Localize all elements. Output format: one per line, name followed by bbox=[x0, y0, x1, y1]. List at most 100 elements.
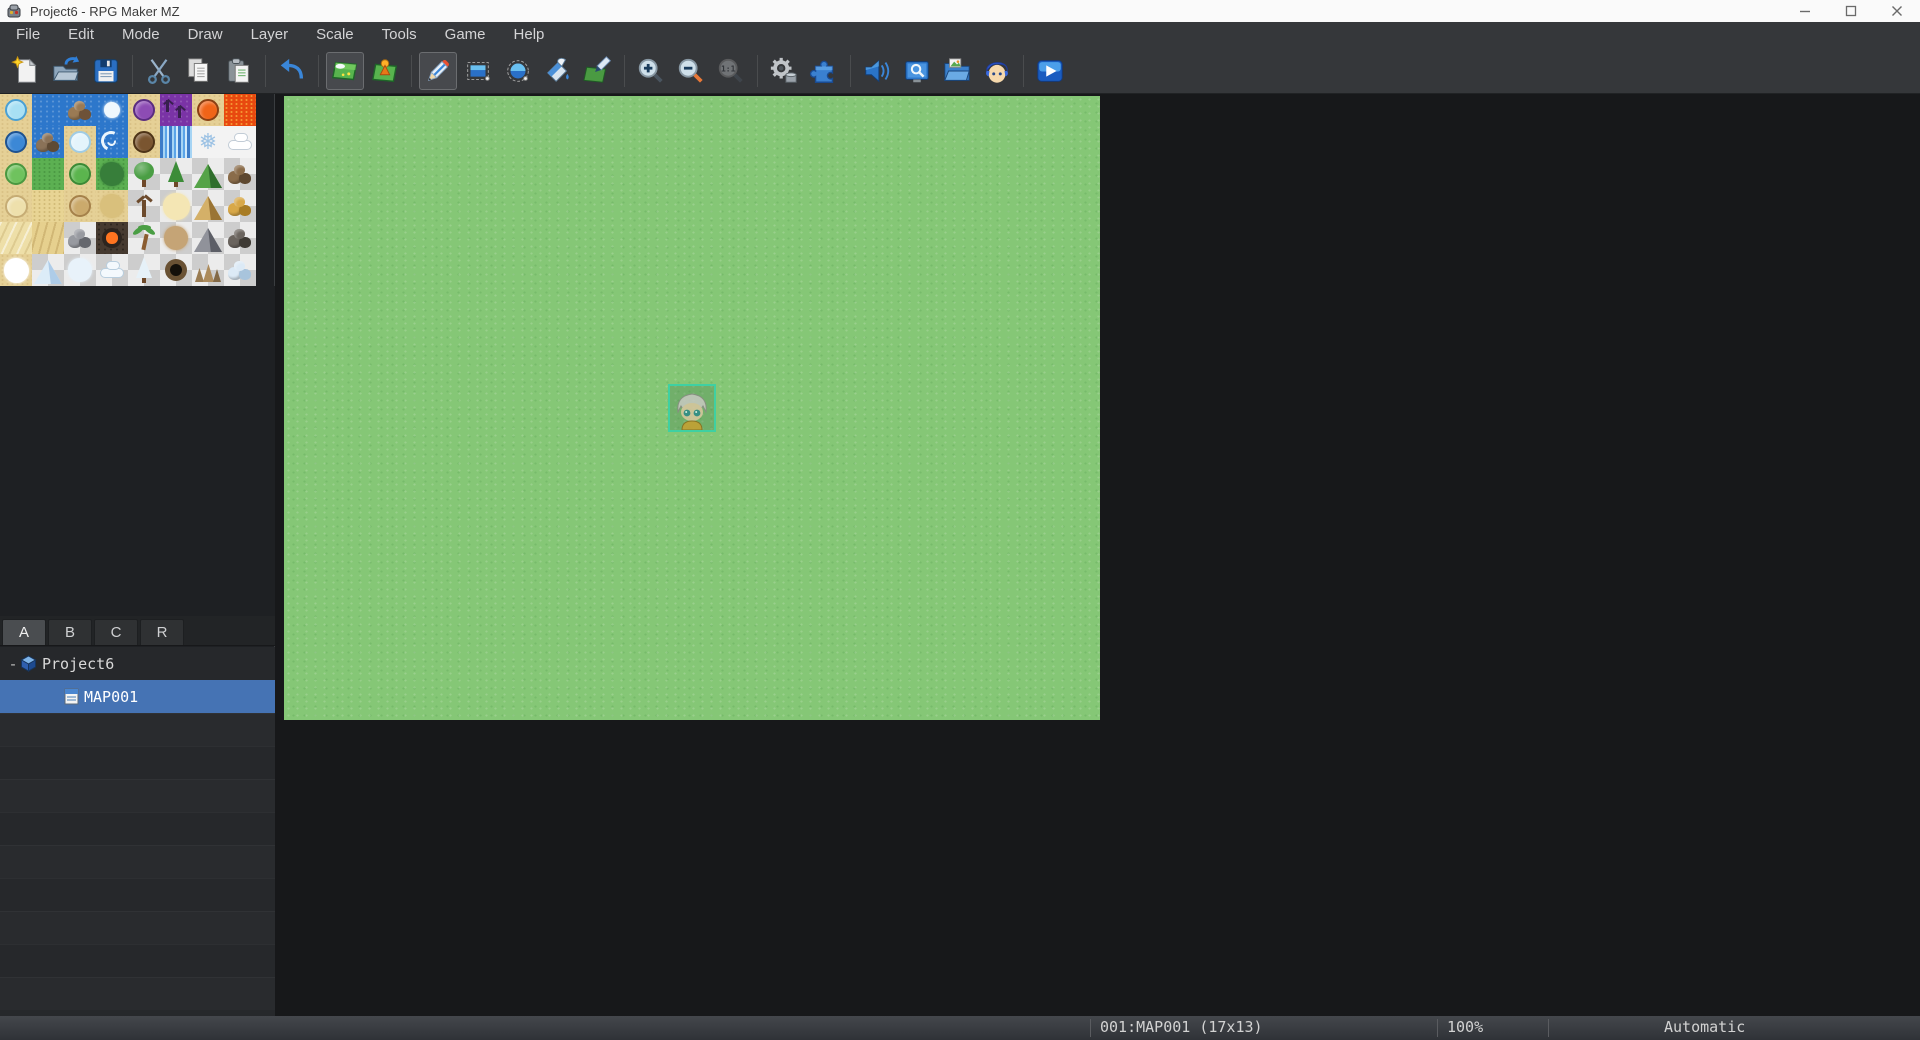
zoom-out-button[interactable] bbox=[672, 52, 710, 90]
title-bar: Project6 - RPG Maker MZ bbox=[0, 0, 1920, 22]
palette-tile-snow-pine[interactable] bbox=[128, 254, 160, 286]
palette-tile-iron-ore[interactable] bbox=[224, 222, 256, 254]
palette-tile-wasteland-pit[interactable] bbox=[0, 190, 32, 222]
event-mode-button[interactable] bbox=[366, 52, 404, 90]
tileset-palette[interactable]: ❅ bbox=[0, 94, 256, 286]
character-generator-button[interactable] bbox=[978, 52, 1016, 90]
playtest-button[interactable] bbox=[1031, 52, 1069, 90]
palette-tile-sea-ice-floe[interactable] bbox=[96, 94, 128, 126]
tree-item-project[interactable]: -Project6 bbox=[0, 647, 275, 680]
palette-tile-waterfall[interactable] bbox=[160, 126, 192, 158]
palette-tile-grass-pond[interactable] bbox=[0, 158, 32, 190]
palette-tile-ice-pond[interactable] bbox=[64, 126, 96, 158]
palette-tile-rocky-mountain[interactable] bbox=[192, 222, 224, 254]
menu-item-tools[interactable]: Tools bbox=[368, 22, 431, 48]
zoom-in-button[interactable] bbox=[632, 52, 670, 90]
database-button[interactable] bbox=[765, 52, 803, 90]
map-tree: -Project6MAP001 bbox=[0, 647, 275, 1016]
palette-tile-ice-mountain[interactable] bbox=[32, 254, 64, 286]
flood-fill-tool-button[interactable] bbox=[539, 52, 577, 90]
new-project-icon bbox=[11, 56, 41, 86]
shadow-pen-tool-button[interactable] bbox=[579, 52, 617, 90]
menu-item-draw[interactable]: Draw bbox=[174, 22, 237, 48]
paste-button[interactable] bbox=[220, 52, 258, 90]
palette-tile-sea-rock[interactable] bbox=[64, 94, 96, 126]
menu-item-scale[interactable]: Scale bbox=[302, 22, 368, 48]
palette-tile-dirt-mountain[interactable] bbox=[224, 158, 256, 190]
palette-tile-sea-rocks[interactable] bbox=[32, 126, 64, 158]
menu-item-game[interactable]: Game bbox=[431, 22, 500, 48]
palette-tile-spike-rocks[interactable] bbox=[192, 254, 224, 286]
map-editor-area[interactable] bbox=[276, 94, 1920, 1016]
palette-tile-snow-clouds[interactable] bbox=[96, 254, 128, 286]
palette-tile-snow-rock[interactable] bbox=[224, 254, 256, 286]
svg-text:1:1: 1:1 bbox=[721, 64, 736, 73]
rectangle-tool-button[interactable] bbox=[459, 52, 497, 90]
event-mode-icon bbox=[370, 56, 400, 86]
palette-tile-desert[interactable] bbox=[32, 190, 64, 222]
palette-tile-snow-glow[interactable] bbox=[0, 254, 32, 286]
palette-tile-sand-glow[interactable] bbox=[160, 190, 192, 222]
status-map-info: 001:MAP001 (17x13) bbox=[1100, 1018, 1263, 1036]
palette-tile-tree[interactable] bbox=[128, 158, 160, 190]
tab-r[interactable]: R bbox=[140, 619, 184, 645]
undo-button[interactable] bbox=[273, 52, 311, 90]
palette-tile-grass-thicket[interactable] bbox=[96, 158, 128, 190]
save-project-button[interactable] bbox=[87, 52, 125, 90]
palette-tile-lava-hole[interactable] bbox=[192, 94, 224, 126]
palette-tile-dunes[interactable] bbox=[32, 222, 64, 254]
pencil-tool-button[interactable] bbox=[419, 52, 457, 90]
menu-item-mode[interactable]: Mode bbox=[108, 22, 174, 48]
palette-tile-grass-dark[interactable] bbox=[32, 158, 64, 190]
copy-button[interactable] bbox=[180, 52, 218, 90]
minimize-button[interactable] bbox=[1782, 0, 1828, 22]
ellipse-tool-button[interactable] bbox=[499, 52, 537, 90]
palette-tile-whirlpool[interactable] bbox=[96, 126, 128, 158]
palette-tile-pine-tree[interactable] bbox=[160, 158, 192, 190]
palette-tile-sand-ridges[interactable] bbox=[0, 222, 32, 254]
player-start-marker[interactable] bbox=[668, 384, 716, 432]
palette-tile-snowflake-field[interactable]: ❅ bbox=[192, 126, 224, 158]
palette-tile-green-mountain[interactable] bbox=[192, 158, 224, 190]
palette-tile-sea[interactable] bbox=[32, 94, 64, 126]
cut-button[interactable] bbox=[140, 52, 178, 90]
palette-tile-snow-patch[interactable] bbox=[64, 254, 96, 286]
palette-tile-gold-ore[interactable] bbox=[224, 190, 256, 222]
maximize-button[interactable] bbox=[1828, 0, 1874, 22]
palette-tile-lava-rocks[interactable] bbox=[96, 222, 128, 254]
palette-tile-shallow-pond[interactable] bbox=[0, 94, 32, 126]
palette-tile-dirt-patch[interactable] bbox=[64, 190, 96, 222]
menu-item-help[interactable]: Help bbox=[500, 22, 559, 48]
resource-manager-button[interactable] bbox=[938, 52, 976, 90]
palette-tile-clouds[interactable] bbox=[224, 126, 256, 158]
open-project-button[interactable] bbox=[47, 52, 85, 90]
palette-tile-dead-tree[interactable] bbox=[128, 190, 160, 222]
map-canvas[interactable] bbox=[284, 96, 1100, 720]
palette-tile-gray-rocks[interactable] bbox=[64, 222, 96, 254]
palette-tile-water-hole[interactable] bbox=[0, 126, 32, 158]
palette-tile-sand-pile[interactable] bbox=[96, 190, 128, 222]
tree-item-map-map001[interactable]: MAP001 bbox=[0, 680, 275, 713]
palette-tile-poison-pond[interactable] bbox=[128, 94, 160, 126]
plugin-manager-button[interactable] bbox=[805, 52, 843, 90]
sound-test-button[interactable] bbox=[858, 52, 896, 90]
close-button[interactable] bbox=[1874, 0, 1920, 22]
menu-item-file[interactable]: File bbox=[2, 22, 54, 48]
tab-a[interactable]: A bbox=[2, 619, 46, 645]
menu-item-edit[interactable]: Edit bbox=[54, 22, 108, 48]
palette-tile-palm-tree[interactable] bbox=[128, 222, 160, 254]
palette-tile-sand-mountain[interactable] bbox=[192, 190, 224, 222]
palette-tile-crater[interactable] bbox=[160, 254, 192, 286]
collapse-toggle-icon[interactable]: - bbox=[6, 655, 20, 673]
menu-item-layer[interactable]: Layer bbox=[237, 22, 303, 48]
palette-tile-dirt-hole[interactable] bbox=[128, 126, 160, 158]
event-searcher-button[interactable] bbox=[898, 52, 936, 90]
tab-c[interactable]: C bbox=[94, 619, 138, 645]
palette-tile-poison-swamp[interactable] bbox=[160, 94, 192, 126]
palette-tile-dirt-mound[interactable] bbox=[160, 222, 192, 254]
palette-tile-lava[interactable] bbox=[224, 94, 256, 126]
map-mode-button[interactable] bbox=[326, 52, 364, 90]
tab-b[interactable]: B bbox=[48, 619, 92, 645]
new-project-button[interactable] bbox=[7, 52, 45, 90]
palette-tile-grass-pond-2[interactable] bbox=[64, 158, 96, 190]
